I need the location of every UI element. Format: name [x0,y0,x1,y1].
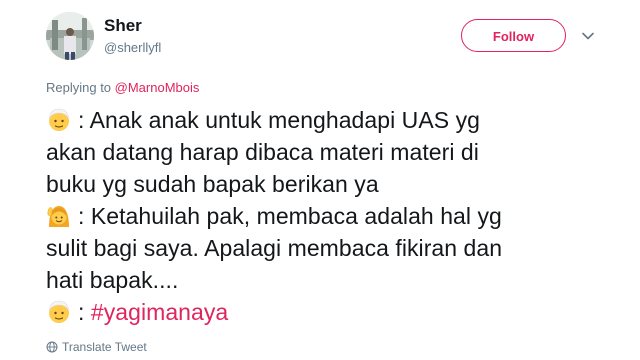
translate-tweet-label: Translate Tweet [62,340,147,354]
avatar[interactable] [46,12,94,60]
hashtag-link[interactable]: #yagimanaya [91,299,228,325]
tweet-line: buku yg sudah bapak berikan ya [46,171,379,197]
author-handle[interactable]: @sherllyfl [104,40,161,55]
globe-icon [46,341,58,353]
reply-mention-link[interactable]: @MarnoMbois [115,80,200,95]
tweet-text: : Anak anak untuk menghadapi UAS yg akan… [46,104,616,328]
follow-button[interactable]: Follow [461,19,566,52]
replying-to-label: Replying to [46,80,115,95]
older-man-emoji-icon [46,107,72,133]
tweet-line: : Anak anak untuk menghadapi UAS yg [46,104,616,136]
tweet-line: : Ketahuilah pak, membaca adalah hal yg [46,200,616,232]
tweet-line: akan datang harap dibaca materi materi d… [46,139,479,165]
translate-tweet-link[interactable]: Translate Tweet [46,340,147,354]
replying-to: Replying to @MarnoMbois [46,80,199,95]
tweet-line: hati bapak.... [46,267,179,293]
tweet-line: sulit bagi saya. Apalagi membaca fikiran… [46,235,503,261]
woman-raising-hand-emoji-icon [46,203,72,229]
tweet-line: : #yagimanaya [46,296,616,328]
author-name[interactable]: Sher [104,16,142,36]
older-man-emoji-icon [46,299,72,325]
tweet-card: Sher @sherllyfl Follow Replying to @Marn… [0,0,640,360]
chevron-down-icon[interactable] [580,28,596,44]
